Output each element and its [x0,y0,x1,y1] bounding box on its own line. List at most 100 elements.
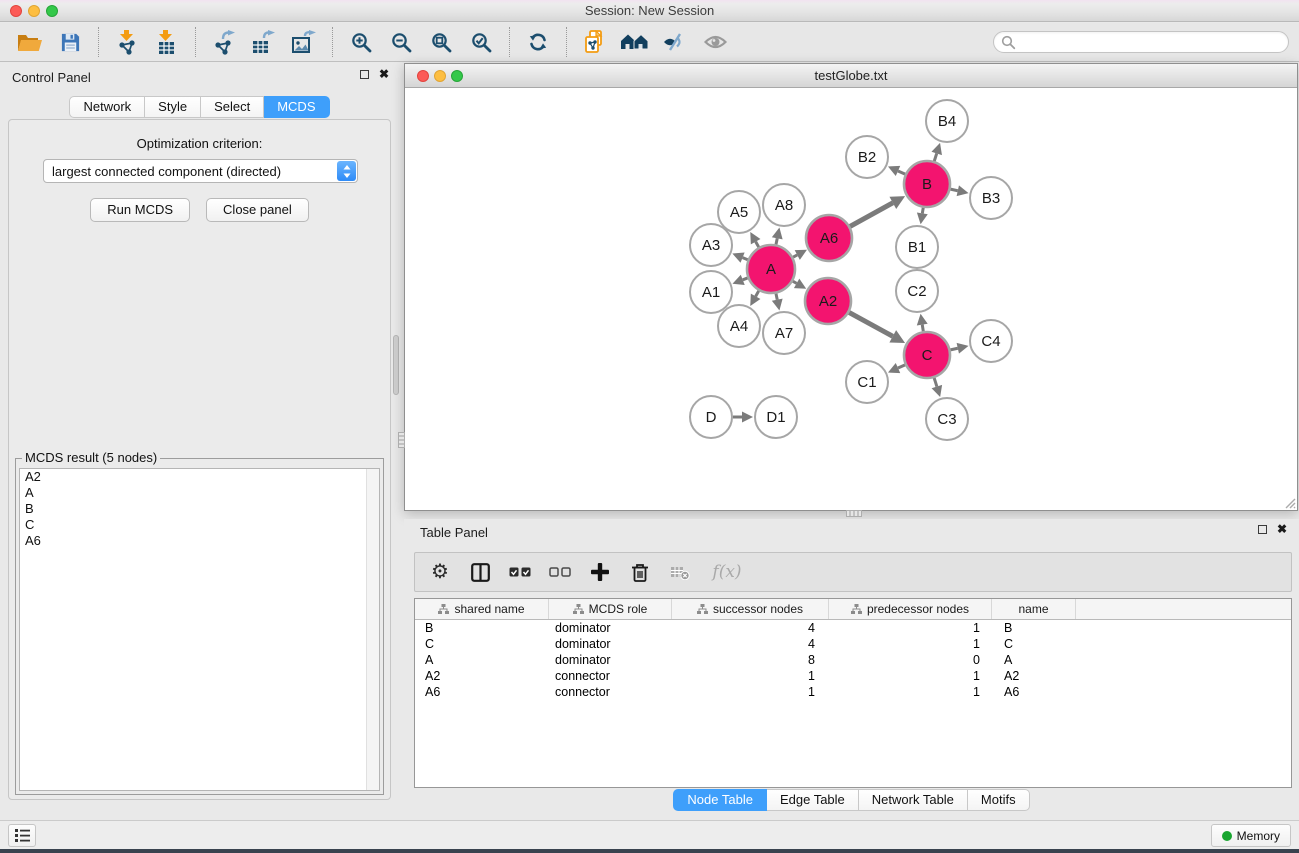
table-row[interactable]: A2connector11A2 [415,668,1291,684]
edge-A-A5[interactable] [756,242,759,248]
graph-node-A4[interactable]: A4 [718,305,760,347]
close-panel-button[interactable]: Close panel [206,198,309,222]
edge-C-C2[interactable] [922,325,923,332]
zoom-fit-button[interactable] [421,26,461,58]
graph-node-A[interactable]: A [747,245,795,293]
close-table-panel-icon[interactable]: ✖ [1277,524,1287,534]
zoom-out-button[interactable] [381,26,421,58]
import-network-button[interactable] [107,26,147,58]
column-header-MCDS-role[interactable]: MCDS role [549,599,672,619]
optimization-criterion-dropdown[interactable]: largest connected component (directed) [43,159,358,183]
delete-column-button[interactable] [627,559,653,585]
export-network-button[interactable] [204,26,244,58]
graph-node-C4[interactable]: C4 [970,320,1012,362]
table-row[interactable]: Bdominator41B [415,620,1291,636]
tab-edge-table[interactable]: Edge Table [767,789,859,811]
graph-node-B[interactable]: B [904,161,950,207]
task-history-button[interactable] [8,824,36,847]
hide-selected-button[interactable] [655,26,695,58]
edge-B-B1[interactable] [922,208,923,214]
zoom-in-button[interactable] [341,26,381,58]
edge-A-A6[interactable] [793,255,797,257]
mcds-result-item[interactable]: A6 [20,533,379,549]
edge-B-B2[interactable] [898,171,905,174]
edge-A-A7[interactable] [776,293,777,299]
mcds-result-item[interactable]: B [20,501,379,517]
graph-node-A6[interactable]: A6 [806,215,852,261]
network-canvas[interactable]: AA6A2BCB4B2B3B1A5A8A3A1A4A7C2C4C1C3DD1 [405,88,1297,510]
float-table-panel-icon[interactable] [1258,525,1267,534]
graph-node-D[interactable]: D [690,396,732,438]
save-session-button[interactable] [50,26,90,58]
tab-motifs[interactable]: Motifs [968,789,1030,811]
graph-node-C2[interactable]: C2 [896,270,938,312]
control-panel-scrollbar-thumb[interactable] [393,335,399,395]
edge-A-A8[interactable] [776,238,777,244]
tab-node-table[interactable]: Node Table [673,789,767,811]
first-neighbors-button[interactable] [615,26,655,58]
edge-A2-C[interactable] [849,312,893,336]
add-column-button[interactable] [587,559,613,585]
edge-B-B3[interactable] [950,189,957,191]
mcds-result-item[interactable]: A [20,485,379,501]
graph-node-C[interactable]: C [904,332,950,378]
column-header-successor-nodes[interactable]: successor nodes [672,599,829,619]
table-row[interactable]: A6connector11A6 [415,684,1291,700]
tab-network-table[interactable]: Network Table [859,789,968,811]
collapsed-horizontal-scrollbar[interactable] [846,510,862,517]
column-header-name[interactable]: name [992,599,1076,619]
graph-node-A2[interactable]: A2 [805,278,851,324]
show-columns-button[interactable] [467,559,493,585]
edge-A-A1[interactable] [743,278,748,280]
mcds-result-item[interactable]: C [20,517,379,533]
close-panel-icon[interactable]: ✖ [379,69,389,79]
network-window-titlebar[interactable]: testGlobe.txt [405,64,1297,88]
resize-grip-icon[interactable] [1282,495,1296,509]
tab-style[interactable]: Style [145,96,201,118]
zoom-selected-button[interactable] [461,26,501,58]
import-table-button[interactable] [147,26,187,58]
run-mcds-button[interactable]: Run MCDS [90,198,190,222]
tab-select[interactable]: Select [201,96,264,118]
column-header-shared-name[interactable]: shared name [415,599,549,619]
table-row[interactable]: Adominator80A [415,652,1291,668]
graph-node-C3[interactable]: C3 [926,398,968,440]
edge-A-A4[interactable] [756,291,759,297]
export-image-button[interactable] [284,26,324,58]
tab-network[interactable]: Network [69,96,145,118]
graph-node-D1[interactable]: D1 [755,396,797,438]
tab-mcds[interactable]: MCDS [264,96,329,118]
unselect-all-button[interactable] [547,559,573,585]
delete-table-button[interactable] [667,559,693,585]
search-input[interactable] [993,31,1289,53]
edge-A6-B[interactable] [850,203,893,227]
graph-node-B2[interactable]: B2 [846,136,888,178]
edge-C-C4[interactable] [950,348,957,350]
export-table-button[interactable] [244,26,284,58]
edge-C-C3[interactable] [934,378,937,387]
open-session-button[interactable] [10,26,50,58]
graph-node-B4[interactable]: B4 [926,100,968,142]
graph-node-C1[interactable]: C1 [846,361,888,403]
table-settings-button[interactable]: ⚙ [427,559,453,585]
float-panel-icon[interactable] [360,70,369,79]
show-all-button[interactable] [695,26,735,58]
result-scrollbar[interactable] [366,469,379,790]
graph-node-B1[interactable]: B1 [896,226,938,268]
clone-network-button[interactable] [575,26,615,58]
graph-node-A3[interactable]: A3 [690,224,732,266]
select-all-button[interactable] [507,559,533,585]
collapsed-vertical-scrollbar[interactable] [398,432,405,448]
edge-A-A2[interactable] [793,281,797,283]
function-builder-button[interactable]: f(x) [707,559,747,585]
mcds-result-item[interactable]: A2 [20,469,379,485]
graph-node-A1[interactable]: A1 [690,271,732,313]
edge-B-B4[interactable] [934,153,936,161]
graph-node-A5[interactable]: A5 [718,191,760,233]
edge-A-A3[interactable] [743,258,748,260]
graph-node-B3[interactable]: B3 [970,177,1012,219]
edge-C-C1[interactable] [898,365,905,368]
graph-node-A7[interactable]: A7 [763,312,805,354]
refresh-layout-button[interactable] [518,26,558,58]
table-row[interactable]: Cdominator41C [415,636,1291,652]
